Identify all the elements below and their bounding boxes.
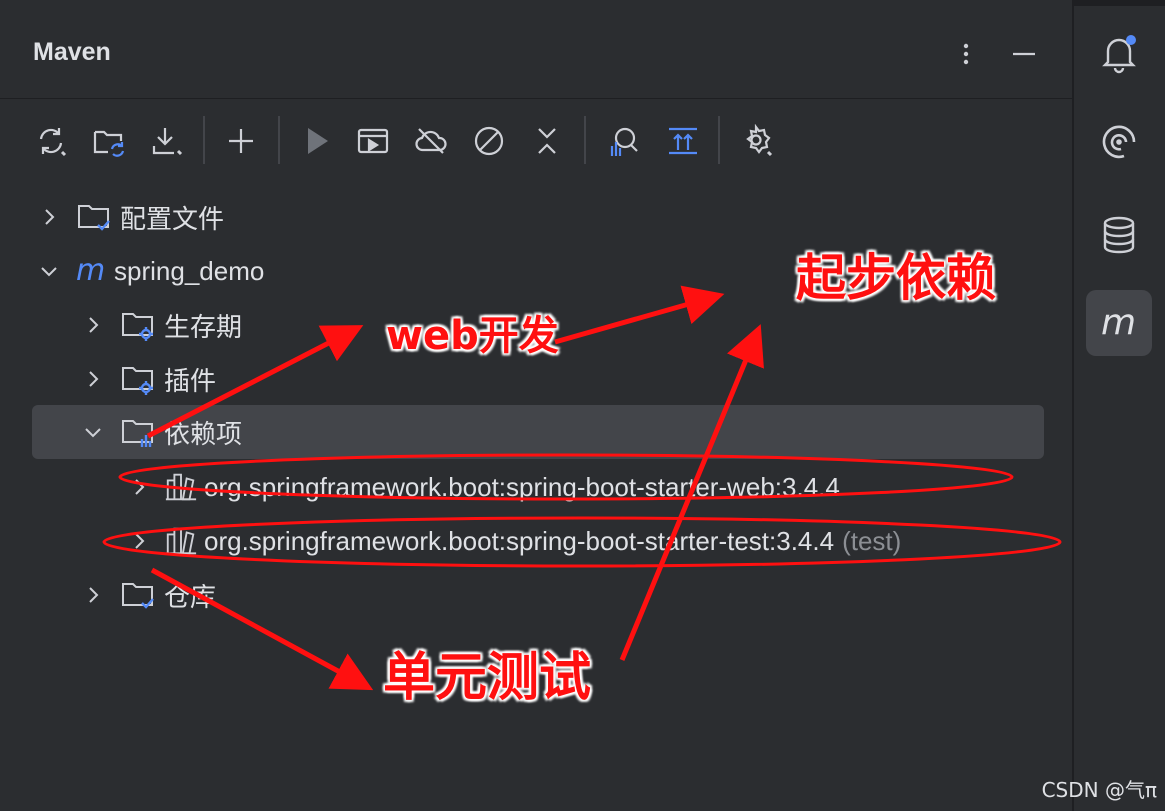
tree-node-project[interactable]: m spring_demo — [34, 244, 264, 298]
chevron-right-icon[interactable] — [124, 472, 154, 502]
tree-node-label: spring_demo — [114, 255, 265, 286]
maven-button[interactable]: m — [1086, 290, 1152, 356]
chevron-right-icon[interactable] — [124, 526, 154, 556]
toolbar-separator — [718, 116, 720, 164]
ai-assistant-icon — [1102, 125, 1136, 159]
skip-icon — [474, 126, 504, 156]
svg-text:m: m — [1101, 302, 1136, 343]
plus-icon — [229, 129, 253, 153]
collapse-all-button[interactable] — [524, 118, 570, 164]
annotation-unit-test: 单元测试 — [383, 648, 592, 708]
tree-node-label: 配置文件 — [120, 203, 225, 234]
sync-icon — [39, 128, 67, 157]
chevron-down-icon[interactable] — [34, 256, 64, 286]
more-vertical-icon — [963, 43, 969, 65]
diagram-icon — [669, 127, 697, 155]
chevron-down-icon[interactable] — [78, 417, 108, 447]
library-icon — [164, 523, 198, 559]
download-icon — [152, 128, 183, 156]
folder-check-icon — [118, 577, 158, 613]
tree-node-dependencies[interactable]: 依赖项 — [32, 405, 1044, 459]
tree-node-label: org.springframework.boot:spring-boot-sta… — [204, 525, 835, 556]
tree-node-label: org.springframework.boot:spring-boot-sta… — [204, 471, 840, 502]
chevron-right-icon[interactable] — [78, 364, 108, 394]
tree-node-lifecycle[interactable]: 生存期 — [78, 298, 242, 352]
folder-gear-icon — [118, 361, 158, 397]
folder-chart-icon — [118, 414, 158, 450]
collapse-icon — [538, 128, 556, 154]
folder-gear-icon — [118, 307, 158, 343]
gear-icon — [746, 124, 773, 157]
download-sources-button[interactable] — [144, 118, 190, 164]
reload-all-projects-button[interactable] — [28, 118, 74, 164]
analyze-icon — [610, 127, 638, 156]
analyze-dependencies-button[interactable] — [600, 118, 646, 164]
database-button[interactable] — [1086, 202, 1152, 268]
maven-project-icon: m — [74, 253, 110, 289]
toolbar-separator — [203, 116, 205, 164]
cloud-off-icon — [415, 128, 447, 154]
run-window-icon — [357, 128, 389, 154]
library-icon — [164, 469, 198, 505]
execute-maven-goal-button[interactable] — [350, 118, 396, 164]
tree-node-dependency-test[interactable]: org.springframework.boot:spring-boot-sta… — [124, 514, 901, 568]
annotation-web-dev: web开发 — [386, 313, 559, 359]
folder-check-icon — [74, 199, 114, 235]
svg-text:m: m — [76, 254, 105, 288]
minimize-icon — [1013, 52, 1035, 56]
tree-node-repositories[interactable]: 仓库 — [78, 568, 216, 622]
folder-refresh-icon — [93, 130, 125, 157]
tree-node-dependency-web[interactable]: org.springframework.boot:spring-boot-sta… — [124, 460, 840, 514]
tree-node-label: 依赖项 — [164, 418, 243, 449]
play-icon — [308, 128, 328, 154]
chevron-right-icon[interactable] — [34, 202, 64, 232]
tree-node-label: 生存期 — [164, 311, 243, 342]
chevron-right-icon[interactable] — [78, 310, 108, 340]
panel-title: Maven — [33, 38, 111, 66]
tree-node-label: 插件 — [164, 365, 217, 396]
ai-assistant-button[interactable] — [1086, 110, 1152, 176]
skip-tests-button[interactable] — [466, 118, 512, 164]
more-options-button[interactable] — [948, 36, 984, 72]
tree-node-label: 仓库 — [164, 581, 217, 612]
add-maven-project-button[interactable] — [218, 118, 264, 164]
show-diagram-button[interactable] — [660, 118, 706, 164]
toggle-offline-mode-button[interactable] — [408, 118, 454, 164]
annotation-starter-dependency: 起步依赖 — [796, 249, 996, 307]
maven-icon: m — [1101, 302, 1136, 343]
maven-toolbar — [20, 112, 1060, 168]
toolbar-separator — [278, 116, 280, 164]
database-icon — [1103, 216, 1135, 254]
chevron-right-icon[interactable] — [78, 580, 108, 610]
minimize-button[interactable] — [1006, 36, 1042, 72]
toolbar-separator — [584, 116, 586, 164]
right-tool-stripe: m — [1072, 6, 1165, 811]
notifications-icon — [1102, 35, 1136, 74]
run-maven-build-button[interactable] — [294, 118, 340, 164]
build-tool-settings-button[interactable] — [734, 118, 780, 164]
notifications-button[interactable] — [1086, 20, 1152, 86]
panel-header: Maven — [0, 6, 1072, 99]
tree-node-profiles[interactable]: 配置文件 — [34, 190, 224, 244]
generate-sources-button[interactable] — [86, 118, 132, 164]
watermark: CSDN @气π — [1041, 778, 1157, 802]
dependency-scope: (test) — [842, 525, 902, 556]
tree-node-plugins[interactable]: 插件 — [78, 352, 216, 406]
